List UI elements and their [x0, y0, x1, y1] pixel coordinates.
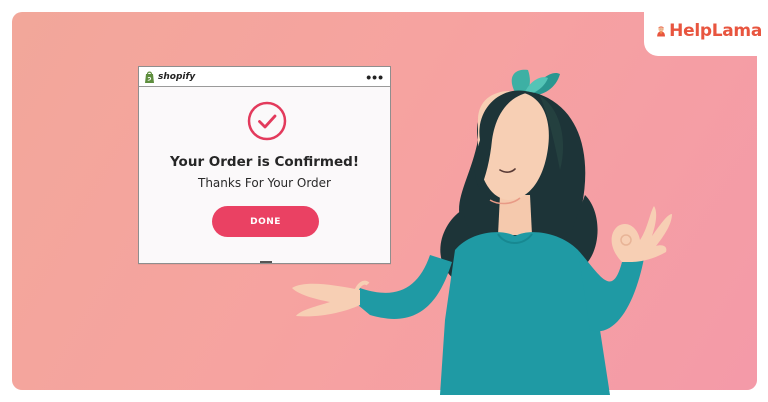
helplama-logo[interactable]: HelpLama: [644, 6, 762, 56]
monk-mascot-icon: [657, 26, 665, 37]
confirmation-subtitle: Thanks For Your Order: [197, 176, 331, 190]
done-button[interactable]: DONE: [212, 206, 319, 237]
checkmark-circle-icon: [247, 101, 287, 141]
confirmation-title: Your Order is Confirmed!: [170, 154, 359, 170]
logo-text: HelpLama: [669, 21, 762, 41]
shopify-bag-icon: [145, 71, 154, 83]
order-confirmation-window: shopify ••• Your Order is Confirmed! Tha…: [138, 66, 391, 264]
home-indicator: [260, 261, 272, 263]
window-title-bar: shopify •••: [139, 67, 390, 87]
brand-name: shopify: [158, 71, 196, 82]
more-dots-icon[interactable]: •••: [366, 70, 384, 84]
shopify-brand: shopify: [144, 71, 195, 83]
